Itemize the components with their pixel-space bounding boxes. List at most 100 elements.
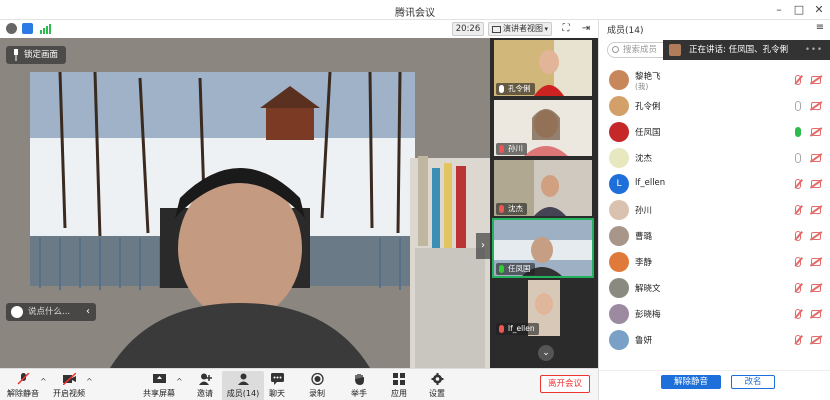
camera-off-icon[interactable] (811, 128, 821, 136)
member-row[interactable]: 解晓文 (599, 276, 830, 300)
thumbnail-name: 沈杰 (508, 204, 523, 213)
info-icon[interactable] (6, 23, 17, 34)
mic-muted-icon[interactable] (795, 335, 801, 345)
member-name: lf_ellen (635, 178, 666, 188)
start-video-label: 开启视频 (53, 389, 85, 398)
member-row[interactable]: 彭晓梅 (599, 302, 830, 326)
settings-button[interactable]: 设置 (416, 371, 458, 400)
chevron-up-icon[interactable]: ^ (86, 377, 93, 386)
quick-chat-input[interactable]: 说点什么... ‹ (6, 303, 96, 321)
thumbnail-tile[interactable]: 沈杰 (494, 160, 592, 216)
mic-muted-icon[interactable] (795, 179, 801, 189)
mic-speaking-icon[interactable] (795, 127, 801, 137)
mic-muted-icon[interactable] (795, 205, 801, 215)
emoji-icon[interactable] (11, 306, 23, 318)
camera-off-icon[interactable] (811, 206, 821, 214)
mic-muted-icon (17, 373, 30, 385)
members-icon (238, 373, 249, 385)
lock-view-label: 锁定画面 (24, 50, 59, 60)
member-list: 黎艳飞 (我) 孔令俐 任凤国 沈杰 L lf_ellen 孙川 曹璐 李静 解… (599, 68, 830, 360)
window-title: 腾讯会议 (395, 8, 435, 19)
thumbnail-tile[interactable]: 孙川 (494, 100, 592, 156)
camera-off-icon[interactable] (811, 76, 821, 84)
camera-off-icon[interactable] (811, 336, 821, 344)
camera-off-icon[interactable] (811, 102, 821, 110)
mic-icon[interactable] (795, 101, 801, 111)
speaker-view-icon (492, 26, 501, 33)
camera-off-icon[interactable] (811, 310, 821, 318)
meeting-info-bar: 20:26 演讲者视图 ▾ ⛶ ⇥ (0, 20, 598, 38)
rename-button[interactable]: 改名 (731, 375, 775, 389)
mic-icon[interactable] (795, 153, 801, 163)
camera-off-icon[interactable] (811, 284, 821, 292)
mic-muted-icon[interactable] (795, 231, 801, 241)
chevron-down-icon[interactable]: ⌄ (538, 345, 554, 361)
member-name: 沈杰 (635, 154, 653, 164)
mic-muted-icon[interactable] (795, 75, 801, 85)
member-row[interactable]: 沈杰 (599, 146, 830, 170)
chat-icon (271, 373, 284, 385)
avatar (609, 330, 629, 350)
camera-off-icon (63, 373, 76, 385)
avatar (609, 278, 629, 298)
thumbnail-name: lf_ellen (508, 324, 535, 333)
thumbnail-tile-active[interactable]: 任凤国 (492, 218, 594, 278)
avatar (609, 226, 629, 246)
shield-icon[interactable] (22, 23, 33, 34)
share-screen-button[interactable]: 共享屏幕 (138, 371, 180, 400)
member-name: 解晓文 (635, 284, 661, 294)
camera-off-icon[interactable] (811, 180, 821, 188)
unmute-button[interactable]: 解除静音 (2, 371, 44, 400)
chevron-up-icon[interactable]: ^ (176, 377, 183, 386)
member-row[interactable]: 鲁妍 (599, 328, 830, 352)
meeting-timer: 20:26 (452, 22, 484, 36)
view-mode-dropdown[interactable]: 演讲者视图 ▾ (488, 22, 552, 36)
start-video-button[interactable]: 开启视频 (48, 371, 90, 400)
member-row[interactable]: L lf_ellen (599, 172, 830, 196)
maximize-icon[interactable]: □ (790, 2, 808, 18)
lock-view-button[interactable]: 锁定画面 (6, 46, 67, 64)
close-icon[interactable]: ✕ (810, 2, 828, 18)
mic-muted-icon (499, 205, 504, 213)
thumbnail-name: 孙川 (508, 144, 523, 153)
meeting-controls: 解除静音 ^ 开启视频 ^ 共享屏幕 ^ 邀请 成员(14) 聊天 录制 举手 … (0, 368, 598, 400)
mic-muted-icon[interactable] (795, 309, 801, 319)
thumbnail-scroll-right[interactable]: › (476, 233, 490, 259)
thumbnail-tile[interactable]: 孔令俐 (494, 40, 592, 96)
leave-meeting-button[interactable]: 离开会议 (540, 375, 590, 393)
mic-muted-icon[interactable] (795, 257, 801, 267)
member-row[interactable]: 李静 (599, 250, 830, 274)
avatar (609, 70, 629, 90)
share-screen-icon (153, 374, 166, 383)
thumbnail-name-tag: 任凤国 (496, 263, 535, 275)
more-icon: ••• (804, 45, 823, 55)
camera-off-icon[interactable] (811, 232, 821, 240)
avatar (609, 96, 629, 116)
member-row[interactable]: 孙川 (599, 198, 830, 222)
thumbnail-tile[interactable]: lf_ellen (494, 280, 592, 336)
unmute-all-button[interactable]: 解除静音 (661, 375, 721, 389)
member-row[interactable]: 孔令俐 (599, 94, 830, 118)
member-row[interactable]: 任凤国 (599, 120, 830, 144)
fullscreen-icon[interactable]: ⛶ (560, 23, 572, 35)
camera-off-icon[interactable] (811, 154, 821, 162)
minimize-icon[interactable]: – (770, 2, 788, 18)
mic-speaking-icon (499, 265, 504, 273)
chevron-up-icon[interactable]: ^ (40, 377, 47, 386)
mic-muted-icon (499, 145, 504, 153)
speaking-indicator: 正在讲话: 任凤国、孔令俐 ••• (663, 40, 830, 60)
collapse-panel-icon[interactable]: ⇥ (580, 23, 592, 35)
menu-icon[interactable]: ≡ (813, 21, 827, 35)
member-row[interactable]: 曹璐 (599, 224, 830, 248)
avatar (609, 148, 629, 168)
gear-icon (431, 373, 444, 385)
chevron-left-icon[interactable]: ‹ (86, 303, 90, 321)
thumbnail-name: 任凤国 (508, 264, 531, 273)
signal-icon[interactable] (40, 24, 52, 34)
avatar (669, 44, 681, 56)
chevron-down-icon: ▾ (544, 25, 548, 33)
main-video[interactable]: 锁定画面 说点什么... ‹ › (0, 38, 490, 368)
camera-off-icon[interactable] (811, 258, 821, 266)
member-row[interactable]: 黎艳飞 (我) (599, 68, 830, 92)
mic-muted-icon[interactable] (795, 283, 801, 293)
